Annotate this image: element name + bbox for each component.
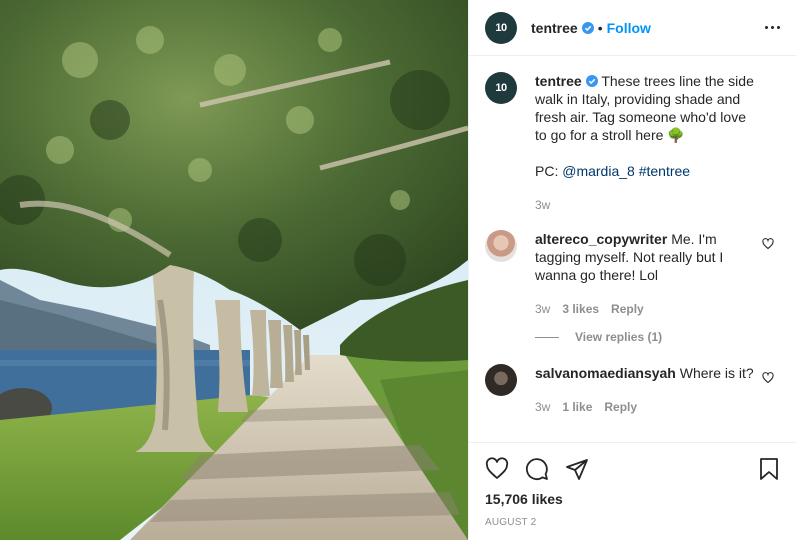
verified-badge-icon [581,21,594,34]
caption-username[interactable]: tentree [535,73,582,89]
view-replies-label: View replies (1) [575,330,663,344]
comment-like-heart-icon[interactable] [762,238,774,250]
share-icon[interactable] [565,457,589,481]
comment-username[interactable]: altereco_copywriter [535,231,667,247]
comment-body: salvanomaediansyah Where is it? 3w 1 lik… [535,364,780,416]
caption-age[interactable]: 3w [535,196,550,214]
verified-badge-icon [585,75,598,87]
instagram-post: 10 tentree • Follow 10 tentree These tre… [0,0,796,540]
caption: 10 tentree These trees line the side wal… [485,72,780,214]
post-date[interactable]: AUGUST 2 [485,517,781,528]
comment-item: altereco_copywriter Me. I'm tagging myse… [485,230,780,318]
tree-lined-path-image [0,0,468,540]
header-user-line: tentree • Follow [531,20,651,36]
post-photo[interactable] [0,0,468,540]
bookmark-icon[interactable] [757,457,781,481]
comment-username[interactable]: salvanomaediansyah [535,365,676,381]
caption-avatar[interactable]: 10 [485,72,517,104]
caption-body: tentree These trees line the side walk i… [535,72,780,214]
comment-avatar[interactable] [485,364,517,396]
hashtag-link[interactable]: #tentree [639,163,690,179]
caption-meta: 3w [535,196,754,214]
post-header: 10 tentree • Follow [469,0,796,56]
replies-divider-line [535,336,559,338]
header-username[interactable]: tentree [531,20,578,36]
comment-text: Where is it? [679,365,754,381]
follow-button[interactable]: Follow [607,20,651,36]
separator-dot: • [597,19,603,36]
comment-icon[interactable] [525,457,549,481]
avatar[interactable]: 10 [485,11,517,44]
reply-button[interactable]: Reply [611,300,644,318]
comment-age[interactable]: 3w [535,300,550,318]
comment-item: salvanomaediansyah Where is it? 3w 1 lik… [485,364,780,416]
comment-likes[interactable]: 3 likes [562,300,599,318]
comment-likes[interactable]: 1 like [562,398,592,416]
comment-age[interactable]: 3w [535,398,550,416]
comment-like-heart-icon[interactable] [762,372,774,384]
action-icons [485,451,781,487]
view-replies-button[interactable]: View replies (1) [535,330,780,344]
post-actions: 15,706 likes AUGUST 2 [469,442,796,528]
credit-mention-link[interactable]: @mardia_8 [562,163,635,179]
comment-meta: 3w 3 likes Reply [535,300,754,318]
more-options-icon[interactable] [765,26,780,29]
comment-body: altereco_copywriter Me. I'm tagging myse… [535,230,780,318]
post-side-panel: 10 tentree • Follow 10 tentree These tre… [468,0,796,540]
tree-emoji: 🌳 [667,127,685,143]
heart-icon[interactable] [485,457,509,481]
photo-credit-prefix: PC: [535,163,559,179]
comments-list[interactable]: 10 tentree These trees line the side wal… [469,56,796,442]
reply-button[interactable]: Reply [604,398,637,416]
comment-avatar[interactable] [485,230,517,262]
comment-meta: 3w 1 like Reply [535,398,754,416]
likes-count[interactable]: 15,706 likes [485,491,781,507]
